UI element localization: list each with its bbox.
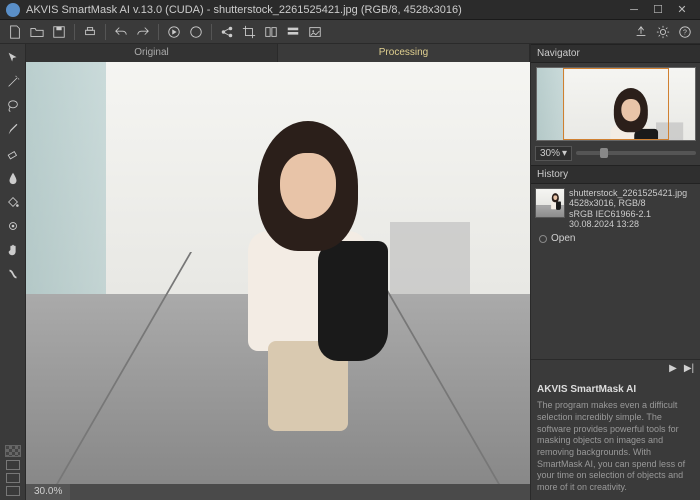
status-bar: 30.0% bbox=[26, 484, 530, 500]
window-title: AKVIS SmartMask AI v.13.0 (CUDA) - shutt… bbox=[26, 4, 622, 16]
svg-text:?: ? bbox=[683, 29, 687, 36]
history-profile: sRGB IEC61966-2.1 bbox=[569, 209, 687, 219]
navigator-header: Navigator bbox=[531, 44, 700, 63]
pointer-tool-icon[interactable] bbox=[3, 48, 23, 68]
navigator-panel: 30% ▾ bbox=[531, 63, 700, 165]
new-file-icon[interactable] bbox=[6, 23, 24, 41]
hand-tool-icon[interactable] bbox=[3, 240, 23, 260]
crop-icon[interactable] bbox=[240, 23, 258, 41]
zoom-row: 30% ▾ bbox=[535, 145, 696, 161]
toolbar-separator bbox=[74, 24, 75, 40]
skip-icon[interactable]: ▶| bbox=[684, 364, 694, 374]
run-icon[interactable] bbox=[165, 23, 183, 41]
app-logo-icon bbox=[6, 3, 20, 17]
export-icon[interactable] bbox=[632, 23, 650, 41]
toolbar-separator bbox=[105, 24, 106, 40]
close-button[interactable]: ✕ bbox=[670, 1, 694, 19]
play-icon[interactable]: ▶ bbox=[668, 364, 678, 374]
history-filename: shutterstock_2261525421.jpg bbox=[569, 188, 687, 198]
smudge-tool-icon[interactable] bbox=[3, 264, 23, 284]
navigator-thumbnail[interactable] bbox=[536, 67, 696, 141]
tool-strip bbox=[0, 44, 26, 500]
history-playback: ▶ ▶| bbox=[531, 359, 700, 377]
history-thumb bbox=[535, 188, 565, 218]
settings-gear-icon[interactable] bbox=[654, 23, 672, 41]
share-icon[interactable] bbox=[218, 23, 236, 41]
history-info: shutterstock_2261525421.jpg 4528x3016, R… bbox=[569, 188, 687, 229]
presets-icon[interactable] bbox=[284, 23, 302, 41]
print-icon[interactable] bbox=[81, 23, 99, 41]
history-dims: 4528x3016, RGB/8 bbox=[569, 198, 687, 208]
chevron-down-icon: ▾ bbox=[562, 148, 567, 159]
navigator-crop-outline[interactable] bbox=[563, 68, 669, 140]
brush-tool-icon[interactable] bbox=[3, 120, 23, 140]
zoom-select[interactable]: 30% ▾ bbox=[535, 146, 572, 161]
zoom-slider-knob[interactable] bbox=[600, 148, 608, 158]
redo-icon[interactable] bbox=[134, 23, 152, 41]
photo-content bbox=[26, 62, 530, 484]
eraser-tool-icon[interactable] bbox=[3, 144, 23, 164]
history-open-row[interactable]: Open bbox=[535, 233, 696, 244]
save-icon[interactable] bbox=[50, 23, 68, 41]
zoom-slider[interactable] bbox=[576, 151, 696, 155]
lasso-tool-icon[interactable] bbox=[3, 96, 23, 116]
canvas-tabs: Original Processing bbox=[26, 44, 530, 62]
history-date: 30.08.2024 13:28 bbox=[569, 219, 687, 229]
description-title: AKVIS SmartMask AI bbox=[537, 383, 694, 396]
view-mode-c-icon[interactable] bbox=[6, 486, 20, 496]
status-zoom[interactable]: 30.0% bbox=[26, 484, 70, 500]
view-mode-a-icon[interactable] bbox=[6, 460, 20, 470]
main-toolbar: ? bbox=[0, 20, 700, 44]
toolbar-separator bbox=[158, 24, 159, 40]
maximize-button[interactable]: ☐ bbox=[646, 1, 670, 19]
side-panels: Navigator 30% ▾ History bbox=[530, 44, 700, 500]
content-area: Original Processing 30.0% bbox=[0, 44, 700, 500]
tab-original[interactable]: Original bbox=[26, 44, 278, 62]
undo-icon[interactable] bbox=[112, 23, 130, 41]
history-header: History bbox=[531, 165, 700, 184]
checker-swatch-icon[interactable] bbox=[5, 445, 21, 457]
minimize-button[interactable]: ─ bbox=[622, 1, 646, 19]
toolbar-separator bbox=[211, 24, 212, 40]
titlebar: AKVIS SmartMask AI v.13.0 (CUDA) - shutt… bbox=[0, 0, 700, 20]
history-open-bullet-icon bbox=[539, 235, 547, 243]
tool-footer bbox=[5, 445, 21, 500]
image-icon[interactable] bbox=[306, 23, 324, 41]
history-panel: shutterstock_2261525421.jpg 4528x3016, R… bbox=[531, 184, 700, 248]
view-mode-b-icon[interactable] bbox=[6, 473, 20, 483]
canvas-area: Original Processing 30.0% bbox=[26, 44, 530, 500]
refine-tool-icon[interactable] bbox=[3, 216, 23, 236]
compare-icon[interactable] bbox=[262, 23, 280, 41]
help-icon[interactable]: ? bbox=[676, 23, 694, 41]
tab-processing[interactable]: Processing bbox=[278, 44, 530, 62]
description-body: The program makes even a difficult selec… bbox=[537, 400, 694, 494]
image-viewport[interactable] bbox=[26, 62, 530, 484]
open-file-icon[interactable] bbox=[28, 23, 46, 41]
history-open-label: Open bbox=[551, 233, 575, 244]
description-panel: AKVIS SmartMask AI The program makes eve… bbox=[531, 377, 700, 500]
auto-icon[interactable] bbox=[187, 23, 205, 41]
history-item[interactable]: shutterstock_2261525421.jpg 4528x3016, R… bbox=[535, 188, 696, 229]
bucket-tool-icon[interactable] bbox=[3, 192, 23, 212]
zoom-value: 30% bbox=[540, 148, 560, 159]
wand-tool-icon[interactable] bbox=[3, 72, 23, 92]
eyedropper-tool-icon[interactable] bbox=[3, 168, 23, 188]
